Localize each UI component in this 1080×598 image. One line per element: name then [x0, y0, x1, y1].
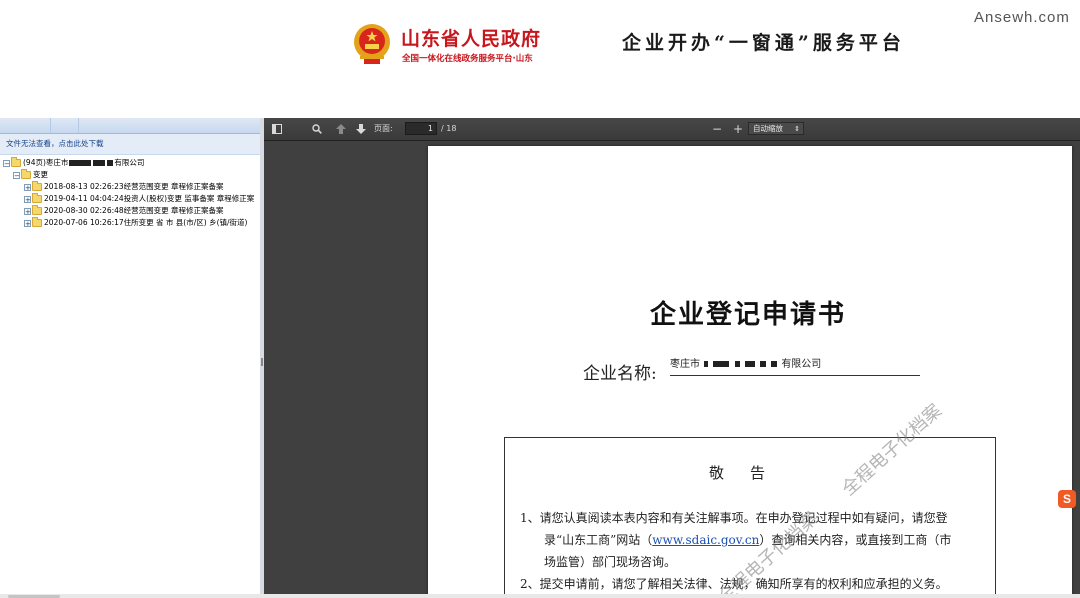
- folder-icon: [32, 205, 42, 215]
- sdaic-website-link[interactable]: www.sdaic.gov.cn: [652, 533, 759, 547]
- panel-header-bar: [0, 118, 260, 134]
- sidebar-icon: [272, 124, 282, 134]
- file-tree-panel: 文件无法查看，点击此处下载 − (94页)枣庄市 有限公司 − 变更 + 201…: [0, 118, 261, 596]
- expand-icon[interactable]: +: [24, 207, 31, 215]
- page-label: 页面:: [374, 124, 393, 133]
- tree-root[interactable]: − (94页)枣庄市 有限公司: [0, 157, 260, 169]
- tree-node-change[interactable]: − 变更: [0, 169, 260, 181]
- next-page-button[interactable]: [354, 121, 368, 137]
- company-name-label: 企业名称:: [583, 364, 657, 384]
- pdf-toolbar: 页面: / 18 − + 自动缩放 ⇕: [264, 118, 1080, 141]
- arrow-up-icon: [336, 124, 346, 134]
- site-header: 山东省人民政府 全国一体化在线政务服务平台·山东 企业开办“一窗通”服务平台 A…: [0, 0, 1080, 118]
- collapse-icon[interactable]: −: [13, 171, 20, 179]
- redaction-mark: [93, 160, 106, 166]
- sidebar-toggle-button[interactable]: [270, 121, 284, 137]
- redaction-mark: [771, 361, 778, 367]
- zoom-in-button[interactable]: +: [731, 121, 745, 137]
- tree-record[interactable]: + 2018-08-13 02:26:23经营范围变更 章程修正案备案: [0, 181, 260, 193]
- document-title: 企业登记申请书: [649, 300, 846, 330]
- redaction-mark: [704, 361, 709, 367]
- sogou-ime-icon[interactable]: S: [1058, 490, 1076, 508]
- company-name-value: 枣庄市 有限公司: [670, 354, 920, 376]
- folder-open-icon: [21, 169, 31, 179]
- notice-item-1: 1、请您认真阅读本表内容和有关注解事项。在申办登记过程中如有疑问，请您登 录“山…: [520, 507, 990, 573]
- tree-record-label: 2019-04-11 04:04:24投资人(股权)变更 监事备案 章程修正案: [44, 194, 255, 203]
- expand-icon[interactable]: +: [24, 219, 31, 227]
- select-arrow-icon: ⇕: [794, 125, 800, 133]
- page-total: / 18: [441, 124, 457, 133]
- gov-name: 山东省人民政府: [401, 28, 542, 50]
- tree-root-prefix: (94页)枣庄市: [23, 158, 69, 167]
- arrow-down-icon: [356, 124, 366, 134]
- search-icon: [312, 124, 322, 134]
- zoom-value: 自动缩放: [753, 124, 783, 133]
- national-emblem-icon: [354, 24, 390, 64]
- file-tree: − (94页)枣庄市 有限公司 − 变更 + 2018-08-13 02:26:…: [0, 155, 260, 229]
- redaction-mark: [759, 361, 766, 367]
- platform-title: 企业开办“一窗通”服务平台: [622, 32, 905, 54]
- redaction-mark: [734, 361, 740, 367]
- notice-title: 敬告: [708, 464, 791, 482]
- site-watermark: Ansewh.com: [974, 9, 1070, 26]
- expand-icon[interactable]: +: [24, 195, 31, 203]
- gov-subtitle: 全国一体化在线政务服务平台·山东: [402, 54, 533, 64]
- tree-record-label: 2018-08-13 02:26:23经营范围变更 章程修正案备案: [44, 182, 224, 191]
- pdf-page: 企业登记申请书 企业名称: 枣庄市 有限公司 敬告 1、请您认真阅读本表内容和有…: [428, 146, 1072, 598]
- company-suffix: 有限公司: [781, 359, 822, 370]
- notice-item-1-line3: 场监管）部门现场咨询。: [544, 555, 677, 569]
- notice-box: 敬告 1、请您认真阅读本表内容和有关注解事项。在申办登记过程中如有疑问，请您登 …: [504, 437, 996, 598]
- notice-item-1-line2: 录“山东工商”网站（www.sdaic.gov.cn）查询相关内容，或直接到工商…: [544, 533, 952, 547]
- collapse-icon[interactable]: −: [3, 159, 10, 167]
- redaction-mark: [69, 160, 92, 166]
- redaction-mark: [107, 160, 114, 166]
- previous-page-button[interactable]: [334, 121, 348, 137]
- tree-record-label: 2020-07-06 10:26:17住所变更 省 市 县(市/区) 乡(镇/街…: [44, 218, 248, 227]
- page-number-input[interactable]: [405, 122, 437, 135]
- zoom-out-button[interactable]: −: [710, 121, 724, 137]
- zoom-select[interactable]: 自动缩放 ⇕: [748, 122, 804, 135]
- download-hint-link[interactable]: 文件无法查看，点击此处下载: [0, 134, 260, 155]
- redaction-mark: [744, 361, 755, 367]
- tree-node-label: 变更: [33, 170, 48, 179]
- horizontal-scrollbar[interactable]: [0, 594, 1080, 598]
- folder-open-icon: [11, 157, 21, 167]
- company-prefix: 枣庄市: [670, 359, 700, 370]
- notice-item-2: 2、提交申请前，请您了解相关法律、法规，确知所享有的权利和应承担的义务。: [520, 577, 948, 591]
- pdf-viewer: 页面: / 18 − + 自动缩放 ⇕ 企业登记申请书 企业名称: 枣庄市 有限…: [264, 118, 1080, 598]
- expand-icon[interactable]: +: [24, 183, 31, 191]
- tree-record[interactable]: + 2019-04-11 04:04:24投资人(股权)变更 监事备案 章程修正…: [0, 193, 260, 205]
- tree-record[interactable]: + 2020-08-30 02:26:48经营范围变更 章程修正案备案: [0, 205, 260, 217]
- splitter-grip-icon[interactable]: [261, 358, 263, 366]
- folder-icon: [32, 181, 42, 191]
- notice-item-1-line1: 1、请您认真阅读本表内容和有关注解事项。在申办登记过程中如有疑问，请您登: [520, 511, 948, 525]
- redaction-mark: [713, 361, 730, 367]
- folder-icon: [32, 217, 42, 227]
- search-button[interactable]: [310, 121, 324, 137]
- folder-icon: [32, 193, 42, 203]
- tree-record[interactable]: + 2020-07-06 10:26:17住所变更 省 市 县(市/区) 乡(镇…: [0, 217, 260, 229]
- tree-record-label: 2020-08-30 02:26:48经营范围变更 章程修正案备案: [44, 206, 224, 215]
- tree-root-suffix: 有限公司: [114, 158, 145, 167]
